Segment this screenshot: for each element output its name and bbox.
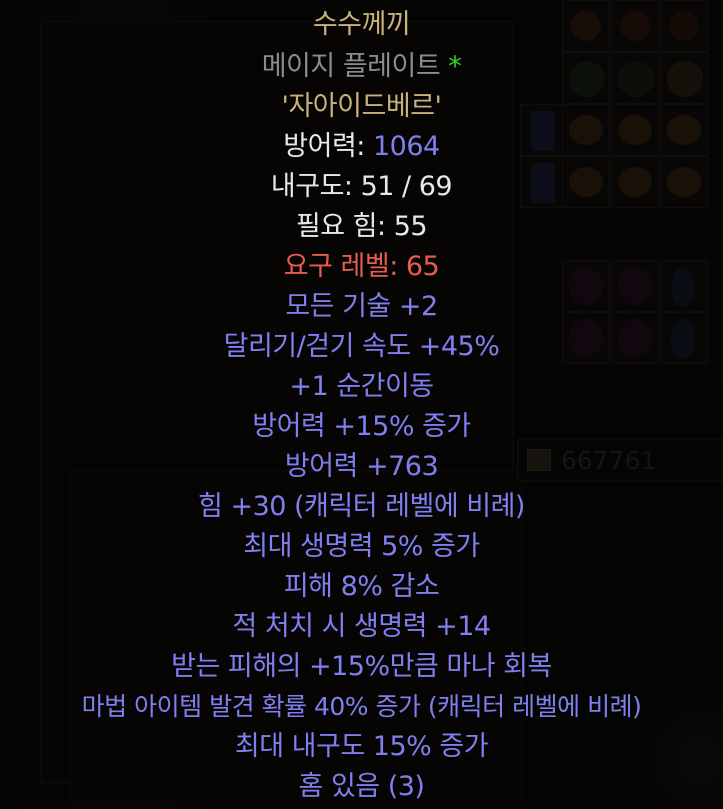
defense-label: 방어력: — [283, 131, 373, 162]
item-base-type-line: 메이지 플레이트 * — [0, 47, 723, 87]
item-base-type: 메이지 플레이트 — [261, 51, 441, 82]
rune-word: '자아이드베르' — [281, 91, 442, 122]
item-tooltip: 수수께끼 메이지 플레이트 * '자아이드베르' 방어력: 1064 내구도: … — [0, 0, 723, 809]
game-screen: 667761 수수께끼 메이지 플레이트 * '자아이드베르' 방어력: 106… — [0, 0, 723, 809]
item-mod: +1 순간이동 — [289, 371, 434, 402]
item-mod: 최대 내구도 15% 증가 — [234, 731, 489, 762]
required-strength: 필요 힘: 55 — [295, 211, 428, 242]
durability-line: 내구도: 51 / 69 — [0, 167, 723, 207]
item-mod: 방어력 +763 — [284, 451, 439, 482]
item-mod: 힘 +30 (캐릭터 레벨에 비례) — [198, 491, 525, 522]
durability-label: 내구도: — [270, 171, 361, 202]
item-mod: 받는 피해의 +15%만큼 마나 회복 — [171, 651, 552, 682]
item-mod: 방어력 +15% 증가 — [252, 411, 471, 442]
required-level: 요구 레벨: 65 — [283, 251, 440, 282]
item-mod: 마법 아이템 발견 확률 40% 증가 (캐릭터 레벨에 비례) — [81, 692, 642, 721]
item-mod: 적 처치 시 생명력 +14 — [232, 611, 491, 642]
item-mod: 모든 기술 +2 — [285, 291, 438, 322]
item-mod: 피해 8% 감소 — [283, 571, 440, 602]
durability-value: 51 / 69 — [360, 171, 453, 202]
item-mod: 최대 생명력 5% 증가 — [243, 531, 480, 562]
item-mod: 달리기/걷기 속도 +45% — [223, 331, 500, 362]
ethereal-marker: * — [448, 51, 462, 82]
defense-value: 1064 — [372, 131, 440, 162]
item-name: 수수께끼 — [312, 9, 411, 40]
defense-line: 방어력: 1064 — [0, 127, 723, 167]
item-mod: 홈 있음 (3) — [298, 771, 425, 802]
